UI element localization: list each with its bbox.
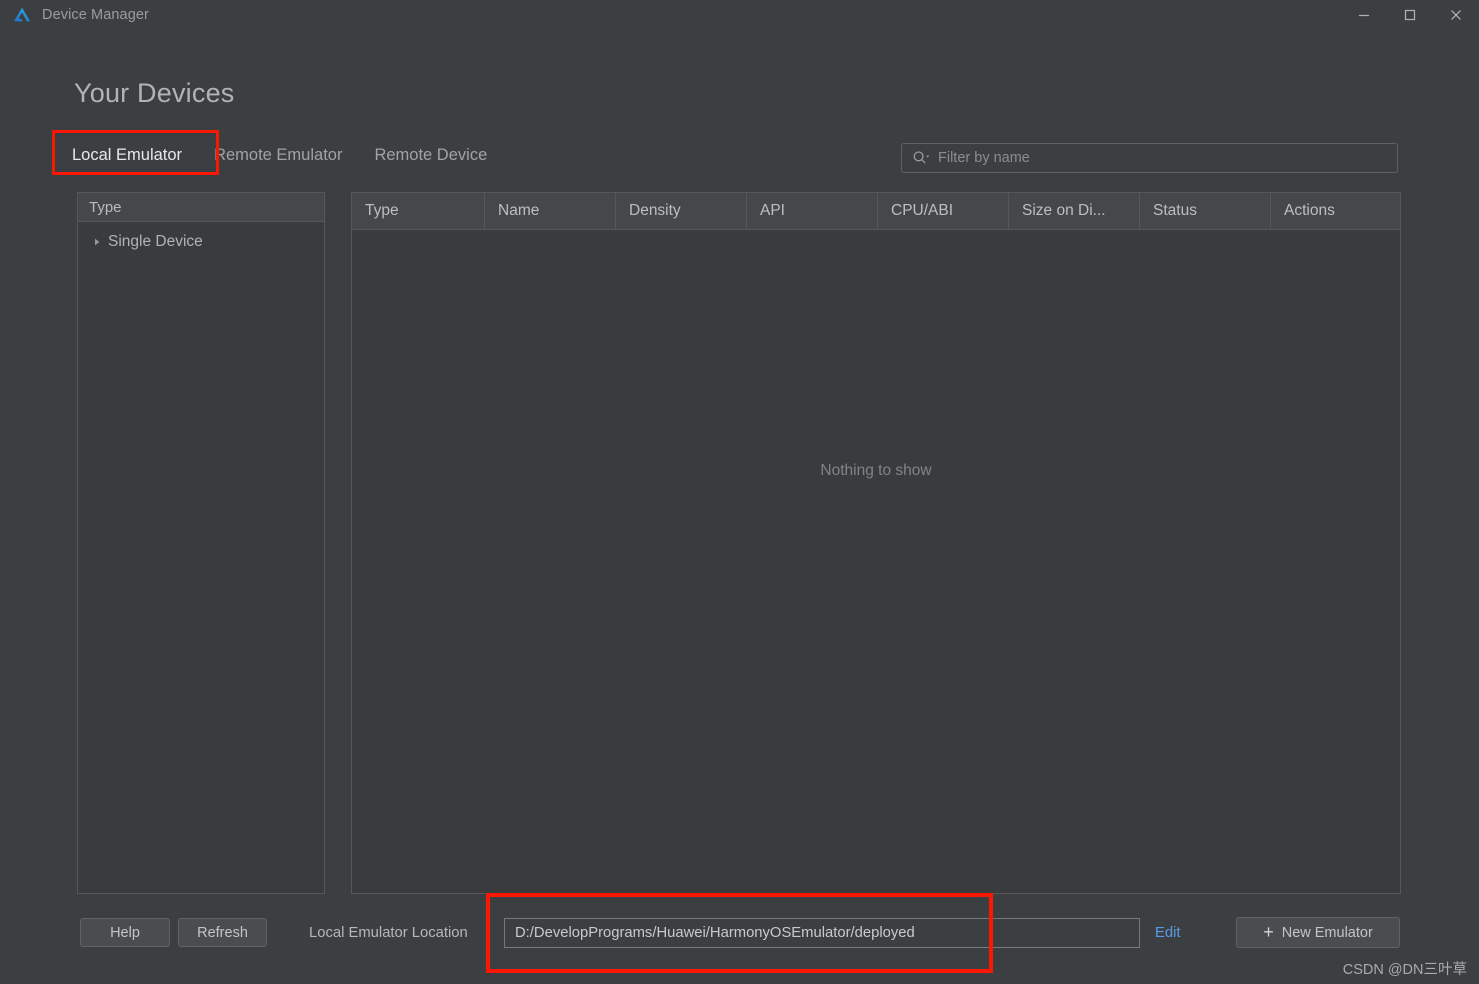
column-header-actions[interactable]: Actions bbox=[1271, 193, 1400, 229]
tree-item-single-device[interactable]: Single Device bbox=[78, 229, 324, 255]
column-header-status[interactable]: Status bbox=[1140, 193, 1271, 229]
column-header-cpu-abi[interactable]: CPU/ABI bbox=[878, 193, 1009, 229]
chevron-right-icon[interactable] bbox=[92, 237, 108, 247]
tree-item-label: Single Device bbox=[108, 233, 203, 250]
type-panel-header: Type bbox=[78, 193, 324, 222]
column-header-api[interactable]: API bbox=[747, 193, 878, 229]
tab-bar: Local Emulator Remote Emulator Remote De… bbox=[56, 140, 503, 172]
maximize-icon bbox=[1404, 9, 1416, 21]
new-emulator-button[interactable]: + New Emulator bbox=[1236, 917, 1400, 948]
edit-link[interactable]: Edit bbox=[1155, 925, 1181, 941]
device-table-body: Nothing to show bbox=[352, 230, 1400, 893]
search-icon bbox=[912, 150, 930, 166]
maximize-button[interactable] bbox=[1387, 0, 1433, 30]
tab-local-emulator[interactable]: Local Emulator bbox=[56, 140, 198, 172]
empty-state-message: Nothing to show bbox=[820, 462, 932, 479]
tab-remote-emulator[interactable]: Remote Emulator bbox=[198, 140, 358, 172]
device-table: Type Name Density API CPU/ABI Size on Di… bbox=[351, 192, 1401, 894]
minimize-icon bbox=[1359, 14, 1369, 17]
title-bar: Device Manager bbox=[0, 0, 1479, 30]
watermark: CSDN @DN三叶草 bbox=[1342, 962, 1467, 978]
close-button[interactable] bbox=[1433, 0, 1479, 30]
column-header-type[interactable]: Type bbox=[352, 193, 485, 229]
type-panel-body: Single Device bbox=[78, 222, 324, 893]
refresh-button[interactable]: Refresh bbox=[178, 918, 267, 947]
search-input[interactable] bbox=[938, 150, 1397, 166]
deveco-triangle-icon bbox=[12, 5, 32, 25]
local-emulator-location-field[interactable]: D:/DevelopPrograms/Huawei/HarmonyOSEmula… bbox=[504, 918, 1140, 948]
window-title: Device Manager bbox=[42, 7, 149, 23]
type-panel: Type Single Device bbox=[77, 192, 325, 894]
search-field[interactable] bbox=[901, 143, 1398, 173]
window-controls bbox=[1341, 0, 1479, 30]
new-emulator-label: New Emulator bbox=[1281, 924, 1373, 941]
column-header-density[interactable]: Density bbox=[616, 193, 747, 229]
device-table-header-row: Type Name Density API CPU/ABI Size on Di… bbox=[352, 193, 1400, 230]
local-emulator-location-value: D:/DevelopPrograms/Huawei/HarmonyOSEmula… bbox=[515, 925, 915, 941]
close-icon bbox=[1451, 10, 1461, 20]
column-header-size-on-disk[interactable]: Size on Di... bbox=[1009, 193, 1140, 229]
tab-remote-device[interactable]: Remote Device bbox=[358, 140, 503, 172]
help-button[interactable]: Help bbox=[80, 918, 170, 947]
page-title: Your Devices bbox=[74, 78, 235, 108]
plus-icon: + bbox=[1263, 922, 1274, 942]
column-header-name[interactable]: Name bbox=[485, 193, 616, 229]
minimize-button[interactable] bbox=[1341, 0, 1387, 30]
local-emulator-location-label: Local Emulator Location bbox=[309, 925, 468, 941]
